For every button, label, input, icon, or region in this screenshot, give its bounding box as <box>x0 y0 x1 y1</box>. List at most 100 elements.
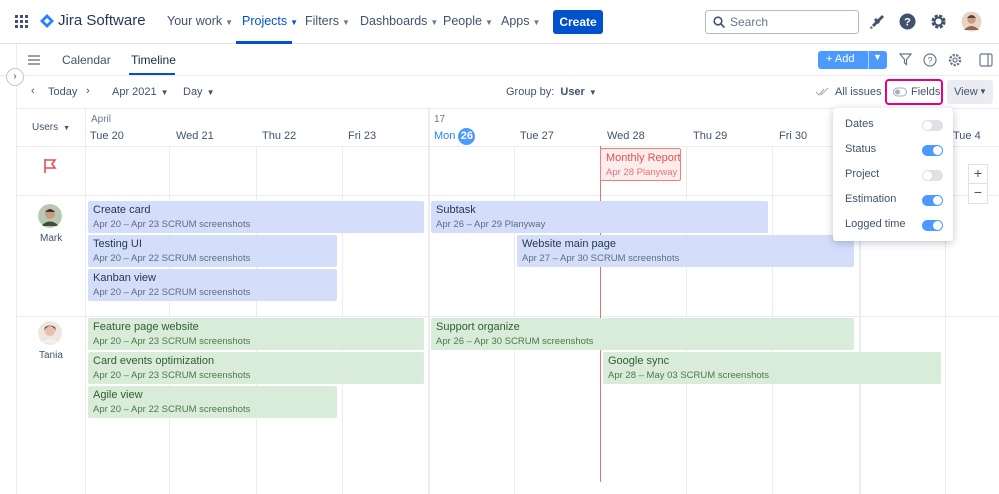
field-toggle-logged-time[interactable] <box>922 220 943 231</box>
field-toggle-status[interactable] <box>922 145 943 156</box>
help-circle-icon[interactable]: ? <box>923 53 937 67</box>
today-day-name: Mon <box>434 130 456 142</box>
nav-label: Filters <box>305 14 340 28</box>
group-by-label: Group by: <box>506 86 555 98</box>
jira-logo-icon <box>40 14 54 28</box>
day-header: Tue 20 <box>90 130 124 142</box>
issue-card[interactable]: Kanban view Apr 20 – Apr 22 SCRUM screen… <box>88 269 337 301</box>
today-button[interactable]: Today <box>48 86 77 98</box>
settings-icon[interactable] <box>930 13 947 30</box>
avatar <box>38 204 62 228</box>
month-selector[interactable]: Apr 2021 ▼ <box>112 86 169 98</box>
card-title: Testing UI <box>93 238 142 250</box>
card-details: Apr 20 – Apr 22 SCRUM screenshots <box>93 287 251 298</box>
prev-arrow-icon[interactable]: ‹ <box>31 85 35 97</box>
zoom-out-button[interactable]: − <box>968 184 988 204</box>
fields-label: Fields <box>911 86 941 98</box>
nav-label: Apps <box>501 14 530 28</box>
card-details: Apr 20 – Apr 23 SCRUM screenshots <box>93 370 251 381</box>
chevron-down-icon: ▼ <box>206 88 215 97</box>
issue-card[interactable]: Testing UI Apr 20 – Apr 22 SCRUM screens… <box>88 235 337 267</box>
top-navigation: Jira Software Your work ▼ Projects ▼ Filte… <box>0 0 999 44</box>
group-by-value: User <box>560 86 585 98</box>
split-divider <box>868 51 869 69</box>
fields-dropdown: Dates Status Project Estimation Logged t… <box>833 108 953 241</box>
all-issues-filter[interactable]: All issues <box>835 86 881 98</box>
zoom-in-button[interactable]: + <box>968 164 988 184</box>
chevron-right-icon: › <box>13 71 17 82</box>
day-header: Wed 21 <box>176 130 214 142</box>
gear-icon[interactable] <box>948 53 962 67</box>
nav-projects[interactable]: Projects ▼ <box>242 14 298 28</box>
issue-card[interactable]: Subtask Apr 26 – Apr 29 Planyway <box>431 201 768 233</box>
search-input[interactable]: Search <box>705 10 859 34</box>
card-details: Apr 26 – Apr 30 SCRUM screenshots <box>436 336 594 347</box>
day-header: Thu 22 <box>262 130 297 142</box>
search-placeholder: Search <box>730 15 769 29</box>
search-icon <box>713 16 725 28</box>
scale-selector[interactable]: Day ▼ <box>183 86 214 98</box>
chevron-down-icon: ▼ <box>160 88 169 97</box>
card-details: Apr 20 – Apr 22 SCRUM screenshots <box>93 253 251 264</box>
user-name: Tania <box>39 350 63 361</box>
field-option-label: Logged time <box>845 218 906 230</box>
nav-dashboards[interactable]: Dashboards ▼ <box>360 14 438 28</box>
nav-people[interactable]: People ▼ <box>443 14 493 28</box>
nav-apps[interactable]: Apps ▼ <box>501 14 540 28</box>
user-avatar[interactable] <box>961 11 982 32</box>
milestone-card[interactable]: Monthly Report Apr 28 Planyway <box>600 148 681 181</box>
user-name: Mark <box>40 233 63 244</box>
chevron-down-icon[interactable]: ▼ <box>873 52 882 62</box>
chevron-down-icon: ▼ <box>342 18 350 27</box>
field-option-label: Estimation <box>845 193 897 205</box>
chevron-down-icon: ▼ <box>225 18 234 27</box>
view-button[interactable]: View ▼ <box>947 80 993 104</box>
month-label: Apr 2021 <box>112 86 157 98</box>
chevron-down-icon: ▼ <box>588 88 597 97</box>
help-icon[interactable]: ? <box>899 13 916 30</box>
issue-card[interactable]: Card events optimization Apr 20 – Apr 23… <box>88 352 424 384</box>
field-option-label: Status <box>845 143 877 155</box>
issue-card[interactable]: Create card Apr 20 – Apr 23 SCRUM screen… <box>88 201 424 233</box>
card-title: Monthly Report <box>606 152 681 164</box>
create-button[interactable]: Create <box>553 10 603 34</box>
scale-label: Day <box>183 86 203 98</box>
chevron-down-icon: ▼ <box>532 18 541 27</box>
issue-card[interactable]: Website main page Apr 27 – Apr 30 SCRUM … <box>517 235 854 267</box>
panel-toggle-icon[interactable] <box>979 53 993 67</box>
next-arrow-icon[interactable]: › <box>86 85 90 97</box>
tab-calendar[interactable]: Calendar <box>62 53 111 67</box>
card-details: Apr 27 – Apr 30 SCRUM screenshots <box>522 253 680 264</box>
grid-line <box>85 108 86 494</box>
tab-timeline[interactable]: Timeline <box>131 53 176 67</box>
filter-icon[interactable] <box>899 53 912 66</box>
issue-card[interactable]: Agile view Apr 20 – Apr 22 SCRUM screens… <box>88 386 337 418</box>
field-toggle-project[interactable] <box>922 170 943 181</box>
card-title: Website main page <box>522 238 616 250</box>
add-button[interactable]: + Add ▼ <box>818 51 887 69</box>
nav-your-work[interactable]: Your work ▼ <box>167 14 233 28</box>
group-by-selector[interactable]: Group by: User ▼ <box>506 86 597 98</box>
card-title: Kanban view <box>93 272 156 284</box>
nav-filters[interactable]: Filters ▼ <box>305 14 350 28</box>
field-toggle-estimation[interactable] <box>922 195 943 206</box>
notifications-icon[interactable] <box>869 13 885 30</box>
fields-button[interactable]: Fields <box>885 79 943 105</box>
users-column-header[interactable]: Users ▼ <box>32 122 70 133</box>
week-header: 17 <box>434 114 446 125</box>
chevron-down-icon: ▼ <box>430 18 439 27</box>
issue-card[interactable]: Support organize Apr 26 – Apr 30 SCRUM s… <box>431 318 854 350</box>
menu-icon[interactable] <box>28 55 40 65</box>
card-details: Apr 28 – May 03 SCRUM screenshots <box>608 370 770 381</box>
issue-card[interactable]: Feature page website Apr 20 – Apr 23 SCR… <box>88 318 424 350</box>
app-switcher-icon[interactable] <box>15 15 29 29</box>
field-toggle-dates[interactable] <box>922 120 943 131</box>
product-name[interactable]: Jira Software <box>58 12 146 29</box>
row-divider <box>16 316 999 317</box>
expand-sidebar-button[interactable]: › <box>6 68 24 86</box>
today-header: Mon 26 <box>434 128 476 145</box>
card-title: Create card <box>93 204 151 216</box>
issue-card[interactable]: Google sync Apr 28 – May 03 SCRUM screen… <box>603 352 941 384</box>
day-header: Wed 28 <box>607 130 645 142</box>
day-header: Fri 23 <box>348 130 377 142</box>
